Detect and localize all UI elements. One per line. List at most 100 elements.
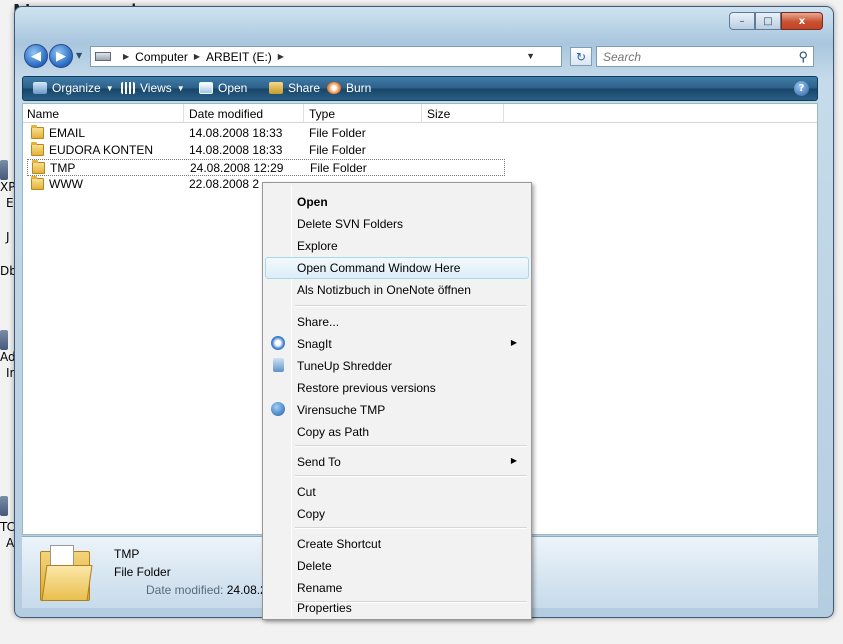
menu-item-explore[interactable]: Explore — [265, 235, 529, 257]
snagit-icon — [271, 336, 285, 350]
table-row[interactable]: EMAIL 14.08.2008 18:33 File Folder — [23, 125, 817, 142]
table-row[interactable]: EUDORA KONTEN 14.08.2008 18:33 File Fold… — [23, 142, 817, 159]
desktop-shortcut-icon[interactable] — [0, 330, 8, 350]
forward-arrow-icon: ▶ — [56, 48, 66, 64]
search-icon[interactable]: ⚲ — [798, 49, 808, 65]
details-modified-value: 24.08.2 — [226, 583, 267, 597]
menu-item-rename[interactable]: Rename — [265, 577, 529, 599]
search-input[interactable] — [597, 47, 787, 66]
file-date: 24.08.2008 12:29 — [190, 161, 284, 175]
column-divider[interactable] — [503, 104, 504, 123]
menu-item-virus-scan[interactable]: Virensuche TMP — [265, 399, 529, 421]
refresh-button[interactable]: ↻ — [570, 47, 592, 66]
file-type: File Folder — [309, 126, 366, 140]
menu-item-copy[interactable]: Copy — [265, 503, 529, 525]
desktop-label: A — [6, 536, 15, 550]
back-arrow-icon: ◀ — [31, 48, 41, 64]
menu-item-share[interactable]: Share... — [265, 311, 529, 333]
menu-item-snagit[interactable]: SnagIt ▶ — [265, 333, 529, 355]
organize-button[interactable]: Organize ▼ — [33, 81, 114, 95]
minimize-button[interactable]: – — [729, 12, 755, 30]
file-name: WWW — [49, 177, 83, 191]
file-date: 14.08.2008 18:33 — [189, 126, 283, 140]
views-label: Views — [140, 81, 172, 95]
column-header: Name Date modified Type Size — [23, 104, 817, 123]
breadcrumb-drive[interactable]: ARBEIT (E:) — [206, 50, 272, 64]
open-label: Open — [218, 81, 248, 95]
menu-separator — [295, 475, 527, 477]
menu-item-cut[interactable]: Cut — [265, 481, 529, 503]
chevron-down-icon: ▼ — [105, 83, 114, 93]
submenu-arrow-icon: ▶ — [510, 456, 517, 465]
menu-item-create-shortcut[interactable]: Create Shortcut — [265, 533, 529, 555]
burn-label: Burn — [346, 81, 372, 95]
burn-icon — [327, 82, 341, 94]
desktop-shortcut-icon[interactable] — [0, 496, 8, 516]
desktop-label: TC — [0, 520, 16, 534]
menu-item-open-command-window[interactable]: Open Command Window Here — [265, 257, 529, 279]
share-label: Share — [288, 81, 321, 95]
open-icon — [199, 82, 213, 94]
folder-icon — [31, 142, 44, 156]
views-icon — [121, 82, 135, 94]
column-divider[interactable] — [303, 104, 304, 123]
details-modified: Date modified: 24.08.2 — [146, 583, 267, 597]
details-name: TMP — [114, 547, 140, 561]
window-controls: – □ x — [729, 12, 823, 30]
breadcrumb-arrow-icon[interactable]: ▶ — [123, 52, 129, 61]
file-date: 14.08.2008 18:33 — [189, 143, 283, 157]
file-name: EMAIL — [49, 126, 86, 140]
table-row-selected[interactable]: TMP 24.08.2008 12:29 File Folder — [27, 159, 505, 176]
column-header-size[interactable]: Size — [427, 107, 450, 121]
file-date: 22.08.2008 2 — [189, 177, 260, 191]
recent-pages-dropdown[interactable]: ▼ — [76, 51, 82, 60]
forward-button[interactable]: ▶ — [49, 44, 73, 68]
column-divider[interactable] — [183, 104, 184, 123]
menu-item-copy-as-path[interactable]: Copy as Path — [265, 421, 529, 443]
chevron-down-icon: ▼ — [176, 83, 185, 93]
menu-separator — [295, 527, 527, 529]
column-header-type[interactable]: Type — [309, 107, 335, 121]
open-button[interactable]: Open — [199, 81, 247, 95]
column-divider[interactable] — [421, 104, 422, 123]
column-header-name[interactable]: Name — [27, 107, 59, 121]
help-icon: ? — [798, 83, 805, 94]
breadcrumb-computer[interactable]: Computer — [135, 50, 188, 64]
folder-icon — [32, 160, 45, 174]
breadcrumb-arrow-icon[interactable]: ▶ — [278, 52, 284, 61]
menu-item-delete-svn[interactable]: Delete SVN Folders — [265, 213, 529, 235]
maximize-icon: □ — [763, 15, 773, 27]
maximize-button[interactable]: □ — [755, 12, 781, 30]
back-button[interactable]: ◀ — [24, 44, 48, 68]
menu-item-tuneup-shredder[interactable]: TuneUp Shredder — [265, 355, 529, 377]
desktop-shortcut-icon[interactable] — [0, 160, 8, 180]
folder-large-icon — [40, 545, 93, 601]
file-type: File Folder — [309, 143, 366, 157]
desktop-label: J — [6, 230, 10, 244]
file-type: File Folder — [310, 161, 367, 175]
refresh-icon: ↻ — [575, 49, 587, 64]
menu-item-send-to[interactable]: Send To ▶ — [265, 451, 529, 473]
folder-icon — [31, 176, 44, 190]
column-header-date[interactable]: Date modified — [189, 107, 263, 121]
share-button[interactable]: Share — [269, 81, 320, 95]
menu-item-restore-previous-versions[interactable]: Restore previous versions — [265, 377, 529, 399]
address-bar[interactable]: ▶ Computer ▶ ARBEIT (E:) ▶ ▼ — [90, 46, 562, 67]
menu-item-properties[interactable]: Properties — [265, 597, 529, 619]
views-button[interactable]: Views ▼ — [121, 81, 185, 95]
submenu-arrow-icon: ▶ — [510, 338, 517, 347]
close-icon: x — [798, 15, 806, 27]
address-dropdown-icon[interactable]: ▼ — [526, 51, 535, 61]
close-button[interactable]: x — [781, 12, 823, 30]
breadcrumb-arrow-icon[interactable]: ▶ — [194, 52, 200, 61]
antivirus-icon — [271, 402, 285, 416]
menu-item-onenote[interactable]: Als Notizbuch in OneNote öffnen — [265, 279, 529, 301]
menu-item-delete[interactable]: Delete — [265, 555, 529, 577]
menu-separator — [295, 445, 527, 447]
address-row: ◀ ▶ ▼ ▶ Computer ▶ ARBEIT (E:) ▶ ▼ ↻ ⚲ — [24, 44, 814, 68]
burn-button[interactable]: Burn — [327, 81, 371, 95]
command-toolbar: Organize ▼ Views ▼ Open Share Burn ? — [22, 76, 818, 101]
menu-item-open[interactable]: Open — [265, 191, 529, 213]
help-button[interactable]: ? — [794, 81, 809, 96]
folder-icon — [31, 125, 44, 139]
